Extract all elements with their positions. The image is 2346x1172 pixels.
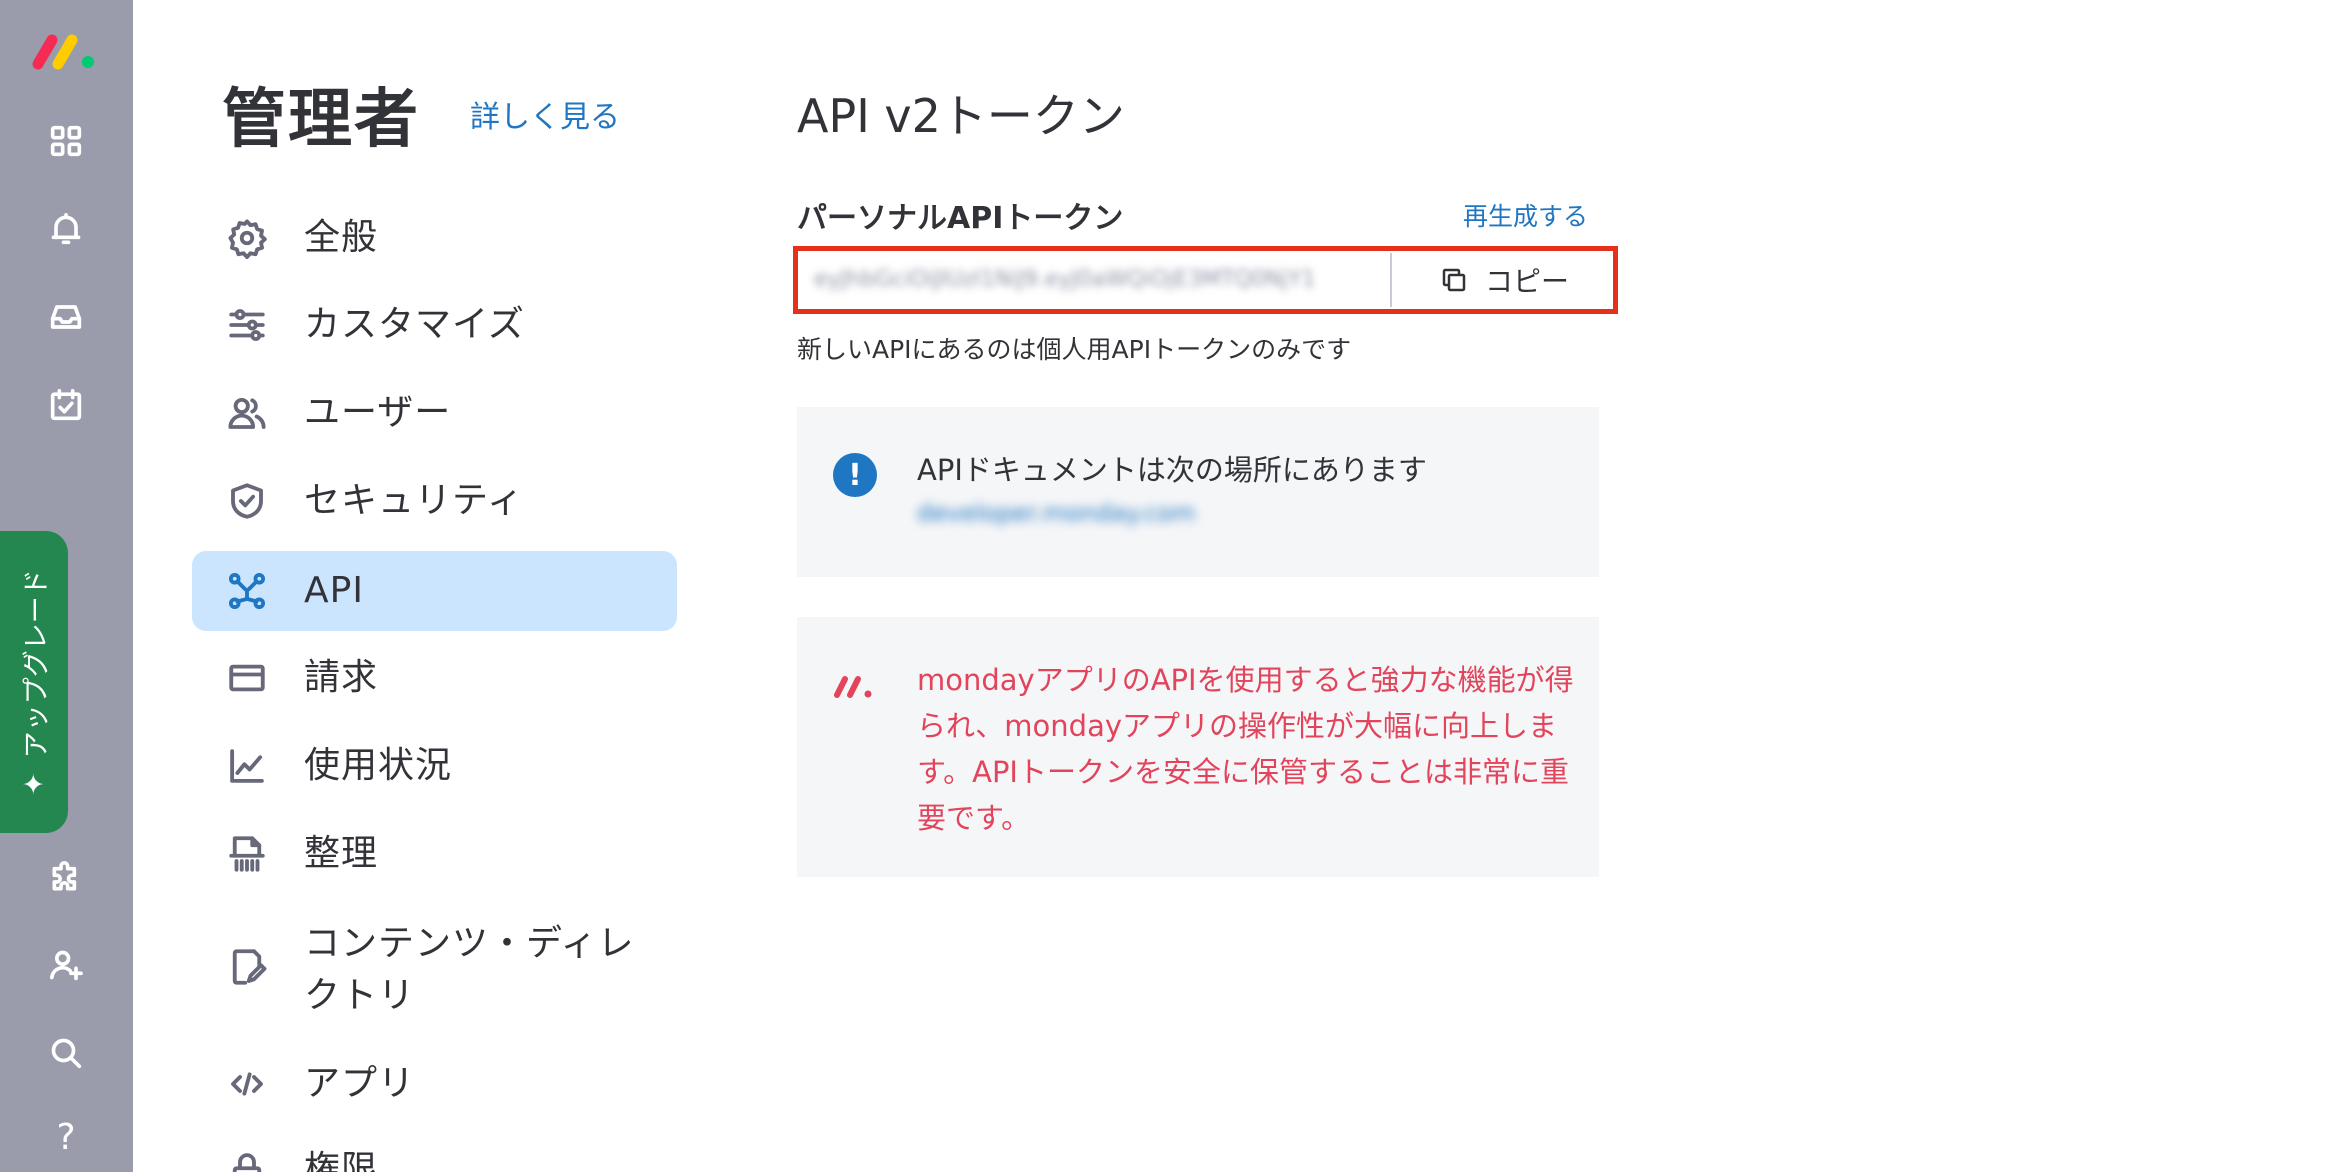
- nav-item-general[interactable]: 全般: [192, 198, 677, 278]
- nav-item-permissions[interactable]: 権限: [192, 1130, 677, 1172]
- puzzle-icon[interactable]: [35, 846, 97, 908]
- copy-label: コピー: [1484, 265, 1569, 298]
- nav-item-label: セキュリティ: [304, 480, 524, 521]
- nav-item-billing[interactable]: 請求: [192, 638, 677, 718]
- invite-user-icon[interactable]: [35, 934, 97, 996]
- inbox-icon[interactable]: [35, 286, 97, 348]
- admin-title: 管理者: [222, 83, 420, 157]
- token-field[interactable]: eyJhbGciOiJIUzI1NiJ9.eyJ0aWQiOjE3MTQ0NjY…: [804, 257, 1384, 303]
- calendar-check-icon[interactable]: [35, 374, 97, 436]
- nav-item-label: 使用状況: [304, 745, 453, 786]
- nav-item-label: アプリ: [304, 1063, 416, 1104]
- nav-item-customize[interactable]: カスタマイズ: [192, 285, 677, 365]
- credit-card-icon: [222, 653, 272, 703]
- nav-item-label: ユーザー: [304, 392, 452, 433]
- promo-card: mondayアプリのAPIを使用すると強力な機能が得られ、mondayアプリの操…: [797, 617, 1599, 877]
- help-icon[interactable]: ?: [35, 1106, 97, 1168]
- content-directory-icon: [222, 942, 272, 992]
- gear-icon: [222, 213, 272, 263]
- search-icon[interactable]: [35, 1022, 97, 1084]
- copy-icon: [1442, 268, 1466, 292]
- info-icon: !: [833, 453, 877, 497]
- regenerate-link[interactable]: 再生成する: [1463, 197, 1588, 233]
- personal-token-label: パーソナルAPIトークン: [797, 201, 1124, 236]
- copy-button[interactable]: コピー: [1394, 253, 1614, 307]
- code-icon: [222, 1059, 272, 1109]
- monday-logo-icon: [834, 676, 872, 698]
- chart-icon: [222, 741, 272, 791]
- api-doc-text: APIドキュメントは次の場所にあります: [917, 453, 1427, 487]
- shield-icon: [222, 476, 272, 526]
- nav-item-label: カスタマイズ: [304, 304, 525, 345]
- token-box: eyJhbGciOiJIUzI1NiJ9.eyJ0aWQiOjE3MTQ0NjY…: [793, 246, 1618, 314]
- page-title: API v2トークン: [797, 89, 1125, 143]
- nav-item-label: 権限: [304, 1149, 379, 1172]
- nav-item-label: コンテンツ・ディレクトリ: [304, 923, 635, 1016]
- upgrade-button[interactable]: ✦ アップグレード: [0, 531, 68, 833]
- token-value: eyJhbGciOiJIUzI1NiJ9.eyJ0aWQiOjE3MTQ0NjY…: [814, 267, 1316, 292]
- token-hint: 新しいAPIにあるのは個人用APIトークンのみです: [797, 335, 1352, 364]
- nav-item-security[interactable]: セキュリティ: [192, 461, 677, 541]
- nav-item-label: 整理: [304, 833, 379, 874]
- apps-icon[interactable]: [35, 110, 97, 172]
- nav-item-apps[interactable]: アプリ: [192, 1044, 677, 1124]
- nav-item-label: API: [304, 570, 364, 611]
- nav-item-api[interactable]: API: [192, 551, 677, 631]
- nav-item-usage[interactable]: 使用状況: [192, 726, 677, 806]
- nav-item-users[interactable]: ユーザー: [192, 373, 677, 453]
- nav-item-content-directory[interactable]: コンテンツ・ディレクトリ: [192, 914, 677, 1024]
- lock-icon: [222, 1145, 272, 1172]
- sliders-icon: [222, 300, 272, 350]
- users-icon: [222, 388, 272, 438]
- learn-more-link[interactable]: 詳しく見る: [470, 92, 620, 136]
- promo-text: mondayアプリのAPIを使用すると強力な機能が得られ、mondayアプリの操…: [917, 663, 1574, 835]
- left-rail: ✦ アップグレード ?: [0, 0, 133, 1172]
- monday-logo-icon[interactable]: [30, 26, 102, 74]
- api-doc-card: ! APIドキュメントは次の場所にあります developer.monday.c…: [797, 407, 1599, 577]
- api-icon: [222, 566, 272, 616]
- nav-item-label: 全般: [304, 217, 379, 258]
- divider: [1390, 253, 1392, 307]
- sparkle-icon: ✦: [17, 771, 51, 796]
- upgrade-label: アップグレード: [21, 568, 53, 758]
- bell-icon[interactable]: [35, 198, 97, 260]
- api-doc-link[interactable]: developer.monday.com: [917, 499, 1196, 527]
- nav-item-label: 請求: [304, 657, 379, 698]
- shredder-icon: [222, 829, 272, 879]
- nav-item-cleanup[interactable]: 整理: [192, 814, 677, 894]
